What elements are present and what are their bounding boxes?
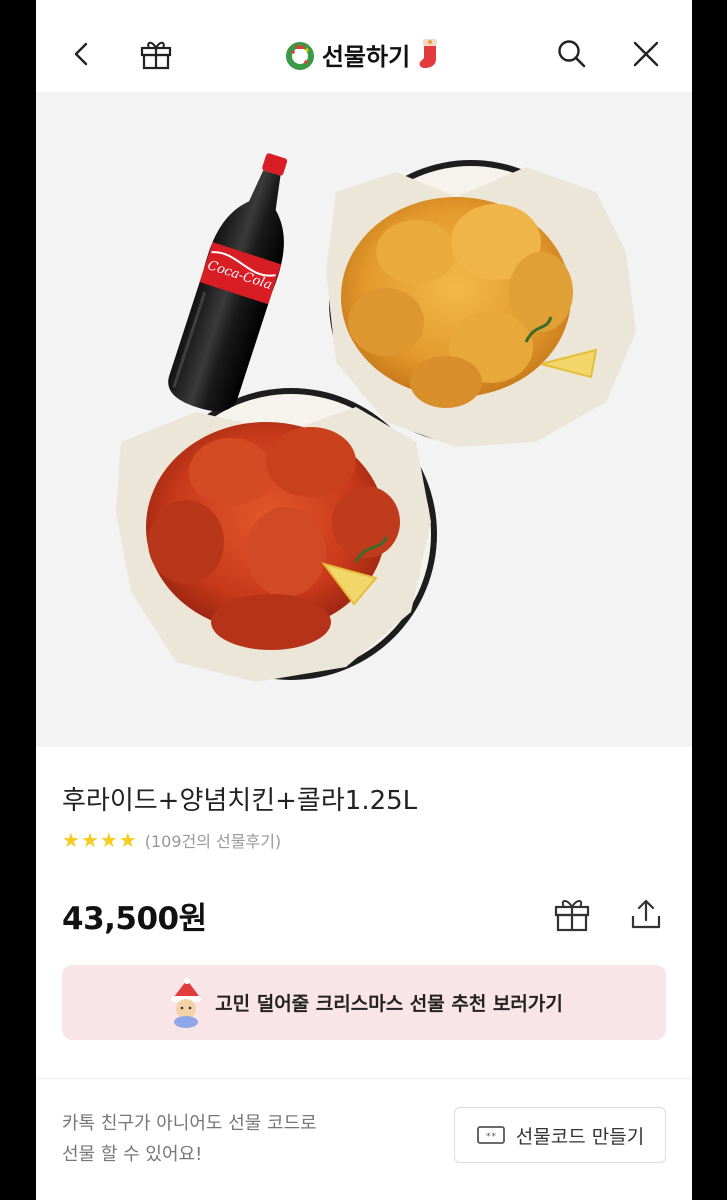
create-gift-code-button[interactable]: ** 선물코드 만들기 xyxy=(454,1107,666,1163)
send-gift-button[interactable] xyxy=(548,890,596,938)
star-icon: ★ xyxy=(62,828,80,852)
star-icon: ★ xyxy=(99,828,118,852)
create-gift-code-label: 선물코드 만들기 xyxy=(515,1125,645,1148)
svg-text:**: ** xyxy=(485,1132,496,1142)
close-button[interactable] xyxy=(622,30,670,78)
spicy-chicken-basket xyxy=(116,388,437,682)
review-count-link[interactable]: (109건의 선물후기) xyxy=(145,828,281,852)
wreath-icon xyxy=(285,42,314,70)
gift-icon xyxy=(554,900,590,932)
search-icon xyxy=(558,40,586,68)
app-frame: 선물하기 Coca-Cola 후라이드+양념치킨+콜라1.25L ★ ★ ★ ★… xyxy=(36,0,692,1200)
search-button[interactable] xyxy=(548,30,596,78)
rating-row[interactable]: ★ ★ ★ ★ (109건의 선물후기) xyxy=(62,828,281,852)
star-rating: ★ ★ ★ ★ xyxy=(62,829,137,851)
product-name: 후라이드+양념치킨+콜라1.25L xyxy=(62,786,418,816)
christmas-recommendation-banner[interactable]: 고민 덜어줄 크리스마스 선물 추천 보러가기 xyxy=(62,965,666,1040)
product-price: 43,500원 xyxy=(62,901,207,937)
close-icon xyxy=(633,41,659,67)
section-divider xyxy=(36,1078,692,1079)
cola-bottle: Coca-Cola xyxy=(168,153,288,412)
santa-character-icon xyxy=(171,977,202,1028)
product-illustration: Coca-Cola xyxy=(116,153,636,682)
gift-code-description: 카톡 친구가 아니어도 선물 코드로 선물 할 수 있어요! xyxy=(62,1108,392,1170)
star-icon: ★ xyxy=(80,828,99,852)
star-icon: ★ xyxy=(118,828,137,852)
ticket-icon: ** xyxy=(476,1126,505,1144)
gift-code-description-line2: 선물 할 수 있어요! xyxy=(62,1144,203,1165)
fried-chicken-basket xyxy=(326,160,636,447)
share-icon xyxy=(631,899,661,929)
page-title-text: 선물하기 xyxy=(321,42,411,71)
share-button[interactable] xyxy=(622,890,670,938)
product-image: Coca-Cola xyxy=(36,92,692,747)
gift-code-description-line1: 카톡 친구가 아니어도 선물 코드로 xyxy=(62,1113,317,1134)
banner-text: 고민 덜어줄 크리스마스 선물 추천 보러가기 xyxy=(215,993,563,1015)
stocking-icon xyxy=(419,39,438,68)
